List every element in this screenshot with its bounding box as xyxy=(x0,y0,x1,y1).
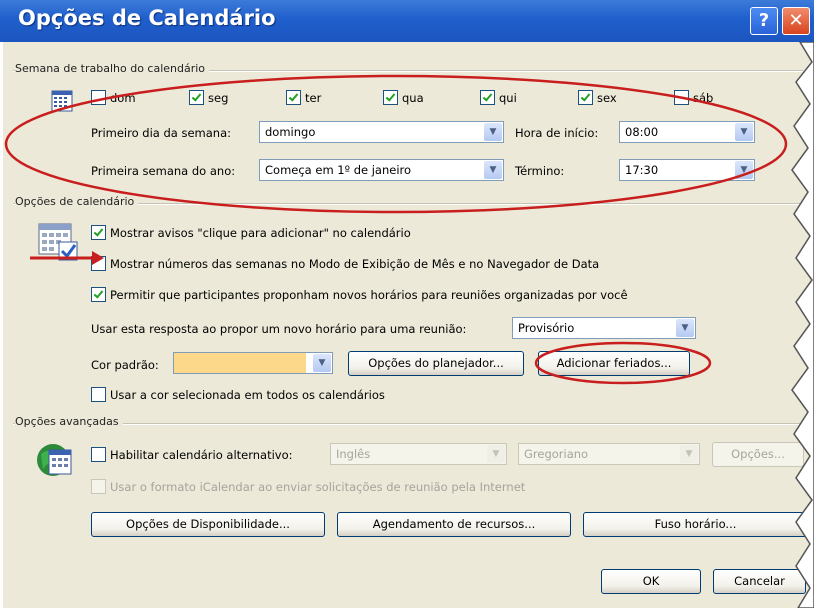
day-checkbox-sex[interactable]: sex xyxy=(578,90,617,105)
first-week-select[interactable]: Começa em 1º de janeiro ▼ xyxy=(259,159,504,181)
checkbox-box[interactable] xyxy=(91,479,106,494)
checkbox-box[interactable] xyxy=(91,447,106,462)
alt-language-value: Inglês xyxy=(336,447,371,461)
window-title: Opções de Calendário xyxy=(18,6,276,30)
end-time-value: 17:30 xyxy=(625,163,659,177)
help-button[interactable]: ? xyxy=(750,7,778,35)
checkbox-box[interactable] xyxy=(91,287,106,302)
checkbox-box[interactable] xyxy=(91,256,106,271)
work-week-group-label: Semana de trabalho do calendário xyxy=(15,62,210,75)
checkbox-box[interactable] xyxy=(480,90,495,105)
day-label: sáb xyxy=(693,90,714,105)
calendar-grid-icon xyxy=(51,90,73,112)
ok-button[interactable]: OK xyxy=(601,569,701,594)
day-label: sex xyxy=(597,90,617,105)
first-day-value: domingo xyxy=(265,125,316,139)
first-week-label: Primeira semana do ano: xyxy=(91,164,236,178)
first-day-label: Primeiro dia da semana: xyxy=(91,126,232,140)
day-label: qui xyxy=(499,90,517,105)
first-week-value: Começa em 1º de janeiro xyxy=(265,163,412,177)
show-week-numbers-checkbox[interactable]: Mostrar números das semanas no Modo de E… xyxy=(91,256,599,271)
close-button[interactable]: ✕ xyxy=(782,7,810,35)
icalendar-checkbox[interactable]: Usar o formato iCalendar ao enviar solic… xyxy=(91,479,525,494)
response-select[interactable]: Provisório ▼ xyxy=(512,317,696,339)
start-time-label: Hora de início: xyxy=(515,126,599,140)
end-time-label: Término: xyxy=(515,164,565,178)
day-label: dom xyxy=(110,90,136,105)
day-checkbox-qua[interactable]: qua xyxy=(383,90,424,105)
use-color-all-checkbox[interactable]: Usar a cor selecionada em todos os calen… xyxy=(91,387,385,402)
chevron-down-icon[interactable]: ▼ xyxy=(676,319,694,337)
day-checkbox-ter[interactable]: ter xyxy=(286,90,321,105)
checkbox-box[interactable] xyxy=(383,90,398,105)
alt-calendar-checkbox[interactable]: Habilitar calendário alternativo: xyxy=(91,447,293,462)
availability-options-button[interactable]: Opções de Disponibilidade... xyxy=(91,512,325,537)
chevron-down-icon[interactable]: ▼ xyxy=(487,445,505,463)
globe-calendar-icon xyxy=(35,440,75,480)
day-checkbox-sáb[interactable]: sáb xyxy=(674,90,713,105)
checkbox-box[interactable] xyxy=(91,90,106,105)
icalendar-label: Usar o formato iCalendar ao enviar solic… xyxy=(110,479,526,494)
checkbox-box[interactable] xyxy=(674,90,689,105)
day-checkbox-dom[interactable]: dom xyxy=(91,90,136,105)
checkbox-box[interactable] xyxy=(189,90,204,105)
checkbox-box[interactable] xyxy=(578,90,593,105)
alt-calendar-type-select[interactable]: Gregoriano ▼ xyxy=(518,443,700,465)
checkbox-box[interactable] xyxy=(91,225,106,240)
default-color-select[interactable]: ▼ xyxy=(173,352,333,374)
day-label: seg xyxy=(208,90,229,105)
advanced-options-group-label: Opções avançadas xyxy=(15,415,123,428)
add-holidays-button[interactable]: Adicionar feriados... xyxy=(538,351,690,376)
show-week-numbers-label: Mostrar números das semanas no Modo de E… xyxy=(110,256,600,271)
day-checkbox-seg[interactable]: seg xyxy=(189,90,228,105)
chevron-down-icon[interactable]: ▼ xyxy=(313,354,331,372)
checkbox-box[interactable] xyxy=(286,90,301,105)
use-color-all-label: Usar a cor selecionada em todos os calen… xyxy=(110,387,385,402)
chevron-down-icon[interactable]: ▼ xyxy=(484,161,502,179)
show-click-to-add-checkbox[interactable]: Mostrar avisos "clique para adicionar" n… xyxy=(91,225,411,240)
day-checkbox-qui[interactable]: qui xyxy=(480,90,517,105)
dialog-body: Semana de trabalho do calendário dom seg t… xyxy=(3,42,811,608)
chevron-down-icon[interactable]: ▼ xyxy=(735,123,753,141)
day-label: qua xyxy=(402,90,424,105)
title-bar[interactable]: Opções de Calendário ? ✕ xyxy=(0,0,814,42)
default-color-label: Cor padrão: xyxy=(91,358,159,372)
alt-language-select[interactable]: Inglês ▼ xyxy=(330,443,507,465)
planner-options-button[interactable]: Opções do planejador... xyxy=(348,351,524,376)
response-value: Provisório xyxy=(518,321,575,335)
chevron-down-icon[interactable]: ▼ xyxy=(484,123,502,141)
alt-calendar-label: Habilitar calendário alternativo: xyxy=(110,447,293,462)
start-time-select[interactable]: 08:00 ▼ xyxy=(619,121,755,143)
torn-edge-decoration xyxy=(791,42,814,608)
chevron-down-icon[interactable]: ▼ xyxy=(680,445,698,463)
resource-scheduling-button[interactable]: Agendamento de recursos... xyxy=(337,512,571,537)
day-label: ter xyxy=(305,90,322,105)
first-day-select[interactable]: domingo ▼ xyxy=(259,121,504,143)
calendar-check-icon xyxy=(37,220,79,262)
alt-calendar-type-value: Gregoriano xyxy=(524,447,589,461)
chevron-down-icon[interactable]: ▼ xyxy=(735,161,753,179)
calendar-options-group-label: Opções de calendário xyxy=(15,195,139,208)
start-time-value: 08:00 xyxy=(625,125,659,139)
end-time-select[interactable]: 17:30 ▼ xyxy=(619,159,755,181)
response-label: Usar esta resposta ao propor um novo hor… xyxy=(91,322,467,336)
dialog-window: Opções de Calendário ? ✕ Semana de traba… xyxy=(0,0,814,608)
checkbox-box[interactable] xyxy=(91,387,106,402)
show-click-to-add-label: Mostrar avisos "clique para adicionar" n… xyxy=(110,225,411,240)
allow-propose-checkbox[interactable]: Permitir que participantes proponham nov… xyxy=(91,287,628,302)
divider xyxy=(13,423,803,425)
allow-propose-label: Permitir que participantes proponham nov… xyxy=(110,287,628,302)
